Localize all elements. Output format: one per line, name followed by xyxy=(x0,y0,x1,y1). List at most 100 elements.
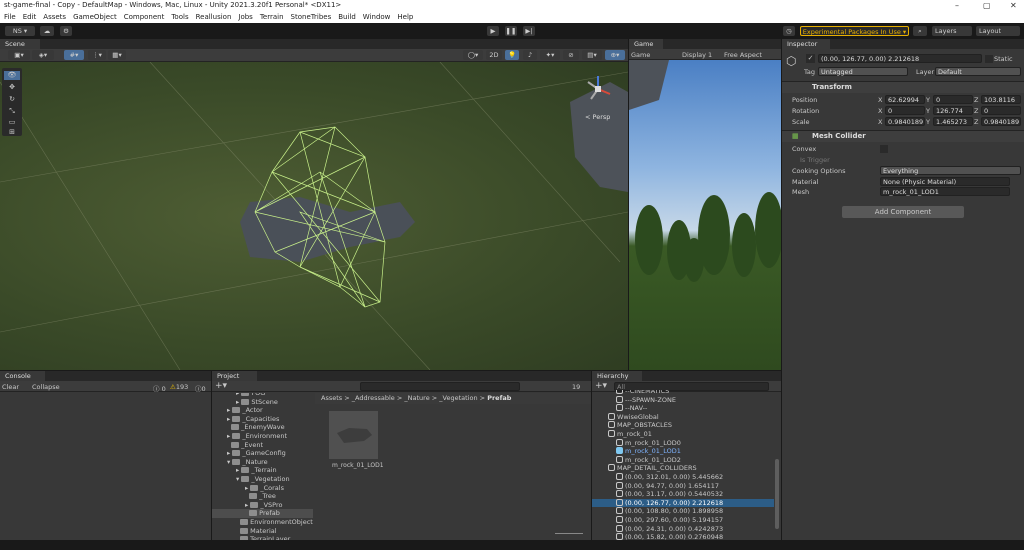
gear-icon[interactable]: ⚙ xyxy=(60,26,72,36)
hierarchy-item[interactable]: WwiseGlobal xyxy=(592,412,774,422)
position-x-input[interactable]: 62.62994 xyxy=(885,95,925,104)
object-name-input[interactable]: (0.00, 126.77, 0.00) 2.212618 xyxy=(818,54,982,63)
display-dropdown[interactable]: Display 1 xyxy=(682,51,712,59)
perspective-label[interactable]: < Persp xyxy=(585,113,610,121)
hierarchy-item[interactable]: (0.00, 15.82, 0.00) 0.2760948 xyxy=(592,533,774,540)
menu-jobs[interactable]: Jobs xyxy=(238,11,252,23)
gizmos-dropdown[interactable]: ⊕▾ xyxy=(605,50,625,60)
menu-reallusion[interactable]: Reallusion xyxy=(196,11,232,23)
tab-console[interactable]: Console xyxy=(0,371,45,381)
draw-mode-dropdown[interactable]: ▣▾ xyxy=(8,50,30,60)
collapse-button[interactable]: Collapse xyxy=(32,383,60,391)
scale-y-input[interactable]: 1.465273 xyxy=(933,117,973,126)
hidden-toggle[interactable]: ⊘ xyxy=(563,50,579,60)
cloud-icon[interactable]: ☁ xyxy=(40,26,54,36)
clear-button[interactable]: Clear xyxy=(2,383,19,391)
scene-viewport[interactable]: 👁 ✥ ↻ ⤡ ▭ ⊞ < Persp xyxy=(0,62,628,370)
rotation-z-input[interactable]: 0 xyxy=(981,106,1021,115)
history-icon[interactable]: ◷ xyxy=(783,26,795,36)
hierarchy-item[interactable]: (0.00, 108.80, 0.00) 1.898958 xyxy=(592,507,774,516)
view-tool-icon[interactable]: 👁 xyxy=(4,71,20,80)
cooking-options-dropdown[interactable]: Everything xyxy=(880,166,1021,175)
tab-hierarchy[interactable]: Hierarchy xyxy=(592,371,642,381)
static-checkbox[interactable] xyxy=(985,55,993,63)
folder-item[interactable]: _Event xyxy=(212,441,313,450)
folder-item[interactable]: ▸ _VSPro xyxy=(212,501,313,510)
tab-scene[interactable]: Scene xyxy=(0,39,40,49)
grid-snap-toggle[interactable]: #▾ xyxy=(64,50,84,60)
menu-gameobject[interactable]: GameObject xyxy=(73,11,117,23)
move-tool-icon[interactable]: ✥ xyxy=(4,83,20,92)
hierarchy-item[interactable]: (0.00, 24.31, 0.00) 0.4242873 xyxy=(592,524,774,534)
breadcrumb-item[interactable]: Assets xyxy=(321,394,342,402)
folder-item[interactable]: _Tree xyxy=(212,492,313,501)
material-field[interactable]: None (Physic Material) xyxy=(880,177,1010,186)
hierarchy-scrollbar[interactable] xyxy=(775,459,779,529)
rect-tool-icon[interactable]: ▭ xyxy=(4,118,20,127)
search-icon[interactable]: ⌕ xyxy=(913,26,927,36)
menu-file[interactable]: File xyxy=(4,11,16,23)
folder-item[interactable]: Material xyxy=(212,527,313,536)
effects-dropdown[interactable]: ✦▾ xyxy=(540,50,560,60)
folder-item[interactable]: ▸ _Terrain xyxy=(212,466,313,475)
breadcrumb-item[interactable]: _Nature xyxy=(404,394,429,402)
layers-dropdown[interactable]: Layers xyxy=(932,26,972,36)
hierarchy-item[interactable]: m_rock_01_LOD1 xyxy=(592,447,774,456)
tag-dropdown[interactable]: Untagged xyxy=(818,67,908,76)
hierarchy-item[interactable]: (0.00, 312.01, 0.00) 5.445662 xyxy=(592,473,774,482)
hierarchy-item[interactable]: MAP_DETAIL_COLLIDERS xyxy=(592,464,774,473)
rotate-tool-icon[interactable]: ↻ xyxy=(4,95,20,104)
breadcrumb-item[interactable]: _Vegetation xyxy=(439,394,477,402)
pause-button[interactable]: ❚❚ xyxy=(505,26,517,36)
asset-name[interactable]: m_rock_01_LOD1 xyxy=(332,462,384,469)
hierarchy-item[interactable]: (0.00, 297.60, 0.00) 5.194157 xyxy=(592,516,774,525)
game-mode-dropdown[interactable]: Game xyxy=(631,51,650,59)
asset-thumbnail[interactable] xyxy=(329,411,378,459)
message-count[interactable]: ⓘ0 xyxy=(195,383,206,393)
menu-build[interactable]: Build xyxy=(338,11,356,23)
menu-terrain[interactable]: Terrain xyxy=(260,11,284,23)
hierarchy-item[interactable]: m_rock_01_LOD2 xyxy=(592,455,774,465)
menu-component[interactable]: Component xyxy=(124,11,165,23)
tab-inspector[interactable]: Inspector xyxy=(782,39,830,49)
active-checkbox[interactable]: ✓ xyxy=(806,54,815,63)
game-viewport[interactable] xyxy=(629,60,781,370)
hierarchy-item[interactable]: m_rock_01 xyxy=(592,430,774,439)
minimize-button[interactable]: – xyxy=(955,0,959,11)
gizmo-dropdown[interactable]: ◯▾ xyxy=(463,50,483,60)
warning-count[interactable]: ⚠193 xyxy=(170,383,188,391)
hierarchy-item[interactable]: (0.00, 126.77, 0.00) 2.212618 xyxy=(592,498,774,508)
position-z-input[interactable]: 103.8116 xyxy=(981,95,1021,104)
audio-toggle[interactable]: ♪ xyxy=(523,50,537,60)
folder-item[interactable]: ▸ _Corals xyxy=(212,484,313,493)
convex-checkbox[interactable] xyxy=(880,145,888,153)
hierarchy-item[interactable]: (0.00, 31.17, 0.00) 0.5440532 xyxy=(592,490,774,499)
error-count[interactable]: ⓘ 0 xyxy=(153,383,166,393)
tab-project[interactable]: Project xyxy=(212,371,257,381)
hierarchy-item[interactable]: --NAV-- xyxy=(592,404,774,413)
2d-toggle[interactable]: 2D xyxy=(486,50,502,60)
layout-dropdown[interactable]: Layout xyxy=(976,26,1020,36)
menu-edit[interactable]: Edit xyxy=(23,11,37,23)
folder-item[interactable]: ▾ _Nature xyxy=(212,458,313,467)
hierarchy-item[interactable]: m_rock_01_LOD0 xyxy=(592,438,774,448)
orientation-gizmo[interactable] xyxy=(583,74,613,104)
scale-z-input[interactable]: 0.9840189 xyxy=(981,117,1021,126)
breadcrumb-item[interactable]: _Addressable xyxy=(352,394,395,402)
menu-help[interactable]: Help xyxy=(397,11,413,23)
snap-dropdown[interactable]: ⋮▾ xyxy=(88,50,106,60)
step-button[interactable]: ▶| xyxy=(523,26,535,36)
folder-item[interactable]: EnvironmentObject xyxy=(212,518,313,527)
close-button[interactable]: ✕ xyxy=(1010,0,1017,11)
experimental-packages-button[interactable]: Experimental Packages In Use ▾ xyxy=(800,26,909,36)
mesh-field[interactable]: m_rock_01_LOD1 xyxy=(880,187,1010,196)
scale-tool-icon[interactable]: ⤡ xyxy=(4,107,20,116)
hidden-packages-count[interactable]: 19 xyxy=(572,383,580,391)
position-y-input[interactable]: 0 xyxy=(933,95,973,104)
tab-game[interactable]: Game xyxy=(629,39,663,49)
folder-item[interactable]: ▸ _GameConfig xyxy=(212,449,313,458)
hierarchy-item[interactable]: (0.00, 94.77, 0.00) 1.654117 xyxy=(592,481,774,491)
folder-item[interactable]: Prefab xyxy=(212,509,313,518)
menu-stonetribes[interactable]: StoneTribes xyxy=(291,11,332,23)
menu-assets[interactable]: Assets xyxy=(43,11,66,23)
